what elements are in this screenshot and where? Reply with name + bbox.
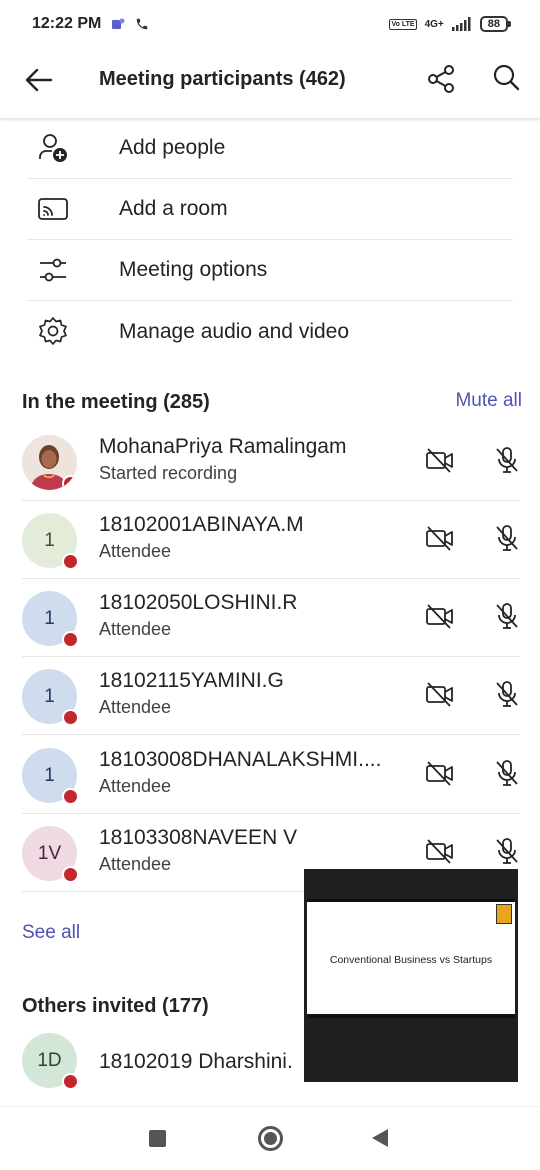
participant-name: 18103308NAVEEN V bbox=[99, 826, 298, 849]
meeting-options-item[interactable]: Meeting options bbox=[27, 240, 513, 301]
participant-role: Started recording bbox=[99, 463, 238, 483]
participant-row[interactable]: 1 18102115YAMINI.G Attendee bbox=[22, 657, 519, 735]
menu-label: Meeting options bbox=[119, 258, 268, 281]
participant-role: Attendee bbox=[99, 541, 172, 561]
status-bar: 12:22 PM Vo LTE 4G+ 88 bbox=[0, 0, 540, 48]
manage-audio-video-item[interactable]: Manage audio and video bbox=[27, 301, 513, 362]
share-icon[interactable] bbox=[426, 64, 456, 94]
app-header: Meeting participants (462) bbox=[0, 48, 540, 118]
participant-row[interactable]: 1 18103008DHANALAKSHMI.... Attendee bbox=[22, 736, 519, 814]
presence-busy-icon bbox=[62, 866, 79, 883]
avatar bbox=[22, 435, 77, 490]
home-icon[interactable] bbox=[258, 1126, 283, 1151]
presence-busy-icon bbox=[62, 788, 79, 805]
phone-call-icon bbox=[137, 18, 148, 30]
camera-off-icon[interactable] bbox=[425, 523, 455, 553]
camera-off-icon[interactable] bbox=[425, 601, 455, 631]
menu-label: Add a room bbox=[119, 197, 228, 220]
avatar: 1 bbox=[22, 669, 79, 726]
shared-screen: Conventional Business vs Startups bbox=[307, 899, 515, 1018]
status-time: 12:22 PM bbox=[32, 15, 102, 32]
menu-label: Manage audio and video bbox=[119, 319, 350, 343]
gear-icon bbox=[39, 317, 67, 345]
camera-off-icon[interactable] bbox=[425, 679, 455, 709]
avatar-initials: 1 bbox=[44, 764, 55, 786]
camera-off-icon[interactable] bbox=[425, 758, 455, 788]
participant-row[interactable]: 1 18102001ABINAYA.M Attendee bbox=[22, 501, 519, 579]
avatar-initials: 1 bbox=[44, 529, 55, 551]
slide-title: Conventional Business vs Startups bbox=[329, 954, 493, 966]
avatar: 1 bbox=[22, 748, 79, 805]
menu-label: Add people bbox=[119, 136, 226, 159]
avatar-initials: 1 bbox=[44, 685, 55, 707]
page-title: Meeting participants (462) bbox=[99, 68, 346, 90]
avatar: 1V bbox=[22, 826, 79, 883]
mic-off-icon[interactable] bbox=[492, 836, 522, 866]
search-icon[interactable] bbox=[491, 63, 521, 93]
presence-busy-icon bbox=[62, 631, 79, 648]
recents-icon[interactable] bbox=[149, 1130, 166, 1147]
mic-off-icon[interactable] bbox=[492, 445, 522, 475]
participant-row[interactable]: MohanaPriya Ramalingam Started recording bbox=[22, 423, 519, 501]
participant-role: Attendee bbox=[99, 776, 172, 796]
network-label: 4G+ bbox=[424, 18, 444, 30]
others-invited-heading: Others invited (177) bbox=[22, 995, 209, 1017]
mic-off-icon[interactable] bbox=[492, 601, 522, 631]
avatar-initials: 1D bbox=[37, 1049, 62, 1071]
presentation-logo bbox=[496, 904, 512, 924]
mute-all-button[interactable]: Mute all bbox=[455, 390, 522, 412]
battery-icon: 88 bbox=[479, 16, 512, 32]
video-pip-window[interactable]: Conventional Business vs Startups bbox=[304, 869, 518, 1082]
participant-name: 18102115YAMINI.G bbox=[99, 669, 284, 692]
participant-role: Attendee bbox=[99, 854, 172, 874]
system-nav-bar bbox=[0, 1106, 540, 1170]
avatar-initials: 1 bbox=[44, 607, 55, 629]
avatar: 1 bbox=[22, 591, 79, 648]
cast-room-icon bbox=[38, 198, 68, 220]
mic-off-icon[interactable] bbox=[492, 523, 522, 553]
teams-notification-icon bbox=[112, 18, 125, 29]
participant-role: Attendee bbox=[99, 619, 172, 639]
signal-icon bbox=[451, 17, 471, 31]
participant-role: Attendee bbox=[99, 697, 172, 717]
add-person-icon bbox=[39, 134, 67, 162]
mic-off-icon[interactable] bbox=[492, 758, 522, 788]
participant-name: 18103008DHANALAKSHMI.... bbox=[99, 748, 382, 771]
presence-busy-icon bbox=[62, 709, 79, 726]
presence-dnd-icon bbox=[62, 475, 77, 490]
avatar: 1D bbox=[22, 1033, 79, 1090]
presence-busy-icon bbox=[62, 1073, 79, 1090]
back-arrow-icon[interactable] bbox=[24, 65, 54, 95]
in-meeting-heading: In the meeting (285) bbox=[22, 391, 210, 413]
add-people-item[interactable]: Add people bbox=[27, 118, 513, 179]
participant-row[interactable]: 1 18102050LOSHINI.R Attendee bbox=[22, 579, 519, 657]
volte-icon: Vo LTE bbox=[389, 18, 417, 30]
avatar: 1 bbox=[22, 513, 79, 570]
presence-busy-icon bbox=[62, 553, 79, 570]
add-room-item[interactable]: Add a room bbox=[27, 179, 513, 240]
camera-off-icon[interactable] bbox=[425, 445, 455, 475]
see-all-link[interactable]: See all bbox=[22, 922, 80, 944]
participant-name: 18102050LOSHINI.R bbox=[99, 591, 298, 614]
participant-name: 18102019 Dharshini. bbox=[99, 1050, 293, 1073]
avatar-initials: 1V bbox=[37, 842, 62, 864]
back-icon[interactable] bbox=[372, 1129, 388, 1147]
participant-name: 18102001ABINAYA.M bbox=[99, 513, 304, 536]
mic-off-icon[interactable] bbox=[492, 679, 522, 709]
camera-off-icon[interactable] bbox=[425, 836, 455, 866]
sliders-icon bbox=[40, 258, 66, 282]
participant-name: MohanaPriya Ramalingam bbox=[99, 435, 347, 458]
